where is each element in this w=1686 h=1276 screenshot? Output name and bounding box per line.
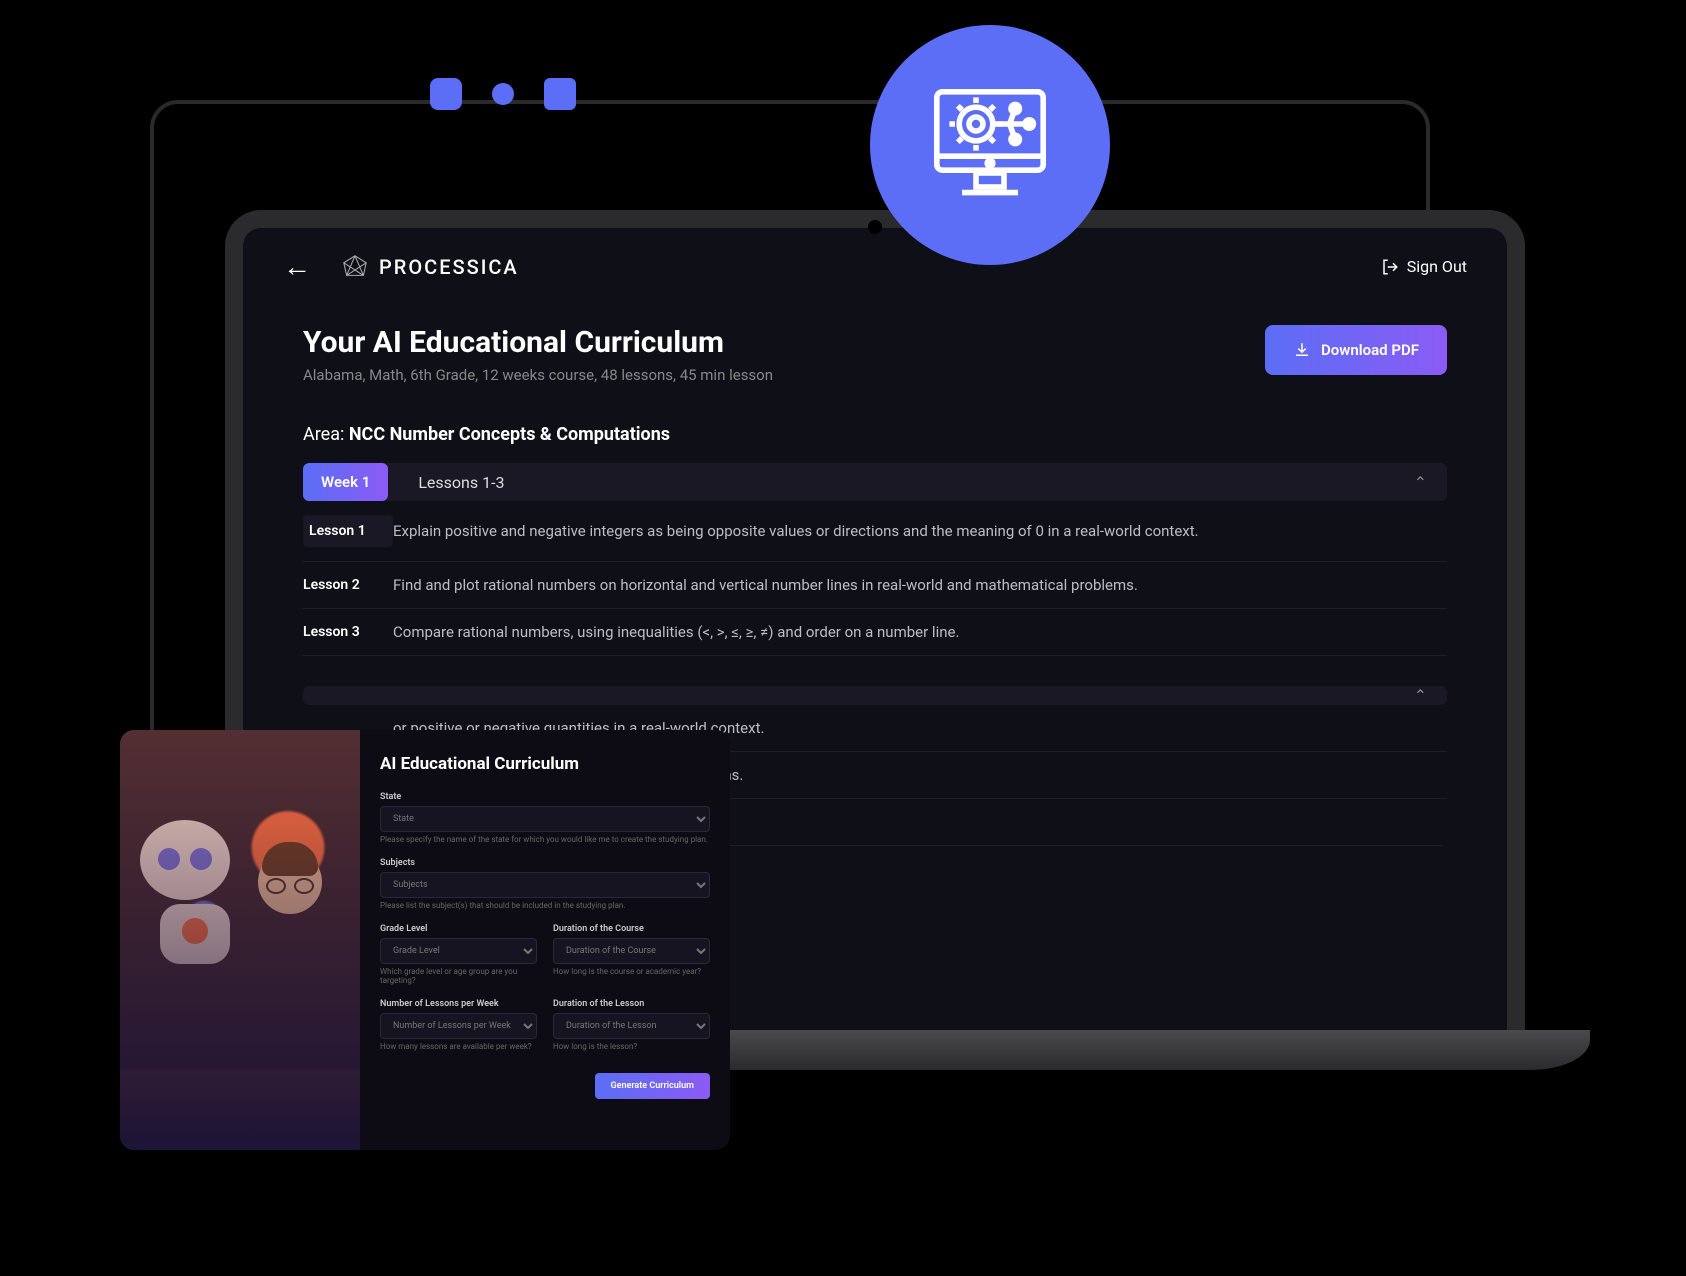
chevron-up-icon[interactable]: ⌃ <box>1414 686 1427 705</box>
lesson-label: Lesson 1 <box>303 515 393 547</box>
subjects-hint: Please list the subject(s) that should b… <box>380 901 710 910</box>
lesson-duration-select[interactable]: Duration of the Lesson <box>553 1013 710 1039</box>
sign-out-button[interactable]: Sign Out <box>1381 257 1467 276</box>
week-header[interactable]: Week 1 Lessons 1-3 ⌃ <box>303 463 1447 501</box>
form-body: AI Educational Curriculum State State Pl… <box>360 730 730 1150</box>
download-icon <box>1293 341 1311 359</box>
lesson-row[interactable]: Lesson 1 Explain positive and negative i… <box>303 501 1447 562</box>
grade-select[interactable]: Grade Level <box>380 938 537 964</box>
lesson-duration-label: Duration of the Lesson <box>553 999 710 1009</box>
area-heading: Area: NCC Number Concepts & Computations <box>303 424 1447 445</box>
logo-icon <box>341 253 369 281</box>
back-icon[interactable]: ← <box>283 250 311 283</box>
lesson-text: Find and plot rational numbers on horizo… <box>393 576 1447 594</box>
lesson-label: Lesson 3 <box>303 624 393 640</box>
robot-illustration <box>140 820 250 970</box>
state-hint: Please specify the name of the state for… <box>380 835 710 844</box>
curriculum-form-card: AI Educational Curriculum State State Pl… <box>120 730 730 1150</box>
week-title: Lessons 1-3 <box>418 473 504 492</box>
brand-name: PROCESSICA <box>379 255 519 279</box>
area-prefix: Area: <box>303 424 344 445</box>
floating-badge <box>870 25 1110 265</box>
decorative-dots <box>430 78 576 110</box>
course-duration-select[interactable]: Duration of the Course <box>553 938 710 964</box>
lesson-row[interactable]: Lesson 2 Find and plot rational numbers … <box>303 562 1447 609</box>
state-label: State <box>380 792 710 802</box>
course-duration-hint: How long is the course or academic year? <box>553 967 710 976</box>
generate-curriculum-button[interactable]: Generate Curriculum <box>595 1073 711 1099</box>
lesson-label: Lesson 2 <box>303 577 393 593</box>
grade-label: Grade Level <box>380 924 537 934</box>
sign-out-icon <box>1381 258 1399 276</box>
computer-gear-icon <box>920 75 1060 215</box>
sign-out-label: Sign Out <box>1407 257 1467 276</box>
area-name: NCC Number Concepts & Computations <box>349 424 670 445</box>
week-header[interactable]: ⌃ <box>303 686 1447 705</box>
state-select[interactable]: State <box>380 806 710 832</box>
grade-hint: Which grade level or age group are you t… <box>380 967 537 985</box>
lessons-per-week-label: Number of Lessons per Week <box>380 999 537 1009</box>
page-title: Your AI Educational Curriculum <box>303 325 773 360</box>
course-duration-label: Duration of the Course <box>553 924 710 934</box>
page-subtitle: Alabama, Math, 6th Grade, 12 weeks cours… <box>303 366 773 384</box>
card-illustration <box>120 730 360 1150</box>
lessons-per-week-hint: How many lessons are available per week? <box>380 1042 537 1051</box>
form-title: AI Educational Curriculum <box>380 754 710 774</box>
lesson-text: Compare rational numbers, using inequali… <box>393 623 1447 641</box>
title-bar: Your AI Educational Curriculum Alabama, … <box>303 325 1447 384</box>
download-pdf-label: Download PDF <box>1321 341 1419 359</box>
topbar: ← PROCESSICA Sign Out <box>243 228 1507 305</box>
subjects-label: Subjects <box>380 858 710 868</box>
download-pdf-button[interactable]: Download PDF <box>1265 325 1447 375</box>
child-illustration <box>258 850 322 914</box>
chevron-up-icon[interactable]: ⌃ <box>1414 473 1427 492</box>
lesson-text: Explain positive and negative integers a… <box>393 522 1447 540</box>
subjects-select[interactable]: Subjects <box>380 872 710 898</box>
lesson-row[interactable]: Lesson 3 Compare rational numbers, using… <box>303 609 1447 656</box>
lessons-per-week-select[interactable]: Number of Lessons per Week <box>380 1013 537 1039</box>
week-badge: Week 1 <box>303 463 388 501</box>
brand: PROCESSICA <box>341 253 519 281</box>
lesson-duration-hint: How long is the lesson? <box>553 1042 710 1051</box>
